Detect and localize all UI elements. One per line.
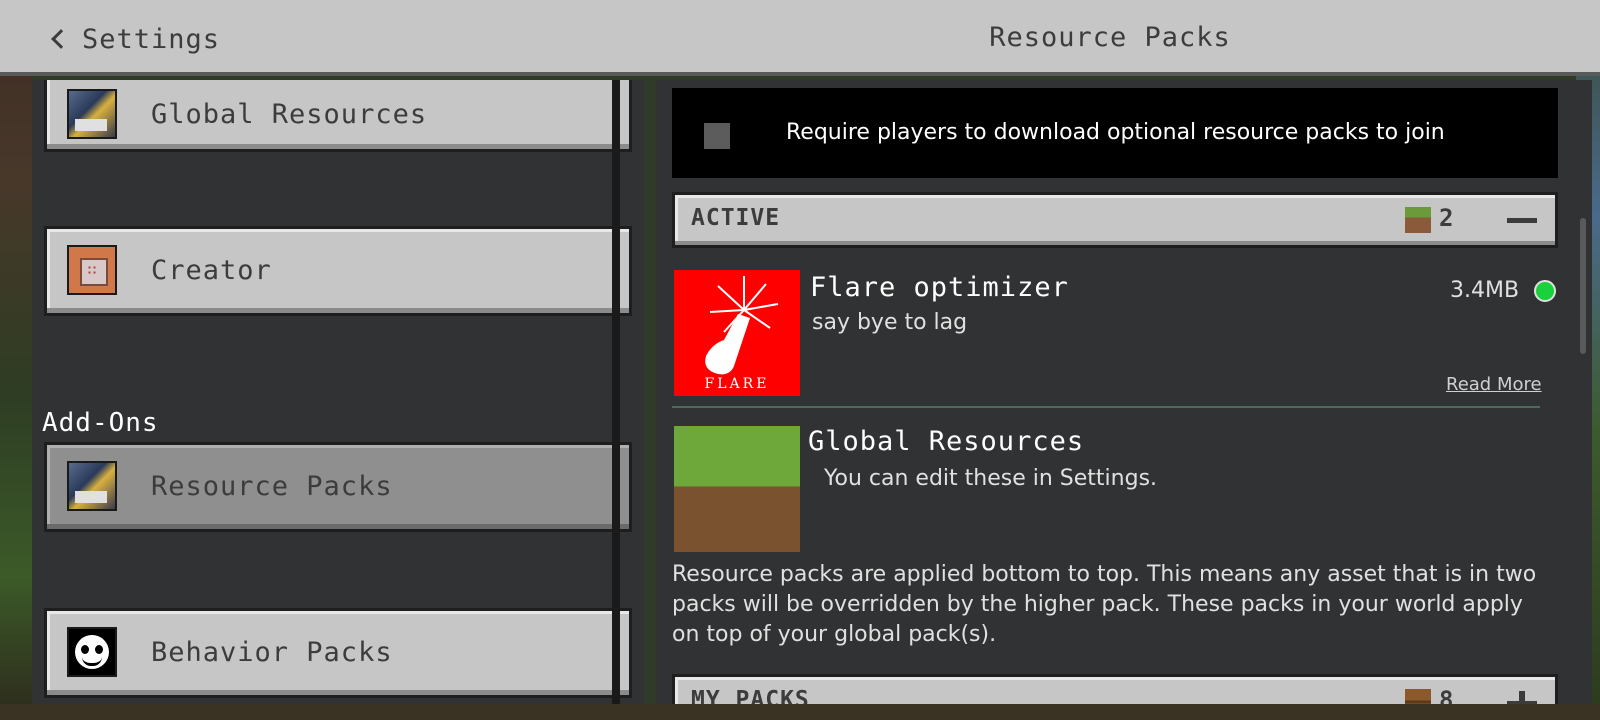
- sidebar-item-global-resources[interactable]: Global Resources: [44, 80, 632, 152]
- background-left: [0, 0, 32, 720]
- sidebar-item-label: Creator: [151, 255, 272, 286]
- command-block-icon: [67, 245, 117, 295]
- active-count: 2: [1439, 204, 1455, 232]
- resource-packs-panel: Require players to download optional res…: [656, 80, 1576, 704]
- minus-icon[interactable]: [1507, 218, 1537, 223]
- background-bottom: [0, 704, 1600, 720]
- bendy-icon: [67, 627, 117, 677]
- top-bar: Settings Resource Packs: [0, 0, 1600, 76]
- status-dot-icon: [1534, 280, 1556, 302]
- require-download-checkbox[interactable]: [704, 123, 730, 149]
- sidebar-divider: [612, 80, 620, 704]
- section-label-addons: Add-Ons: [42, 408, 159, 438]
- back-button[interactable]: Settings: [48, 22, 220, 56]
- flare-logo-icon: FLARE: [674, 270, 800, 396]
- my-packs-label: MY PACKS: [691, 687, 810, 704]
- chest-icon: [1405, 689, 1431, 704]
- my-packs-count: 8: [1439, 686, 1455, 704]
- my-packs-header[interactable]: MY PACKS 8: [672, 674, 1558, 704]
- read-more-link[interactable]: Read More: [1446, 374, 1542, 395]
- sidebar-item-creator[interactable]: Creator: [44, 226, 632, 316]
- pack-size: 3.4MB: [1450, 278, 1520, 303]
- sidebar-item-label: Resource Packs: [151, 471, 393, 502]
- pack-divider: [672, 406, 1540, 408]
- sidebar-item-resource-packs[interactable]: Resource Packs: [44, 442, 632, 532]
- back-label: Settings: [82, 23, 221, 55]
- pack-item-global-resources[interactable]: Global Resources You can edit these in S…: [672, 426, 1558, 556]
- flare-logo-text: FLARE: [705, 376, 770, 392]
- pack-icon: [67, 461, 117, 511]
- settings-sidebar: Global Resources Creator Add-Ons Resourc…: [32, 80, 644, 704]
- pack-item-flare-optimizer[interactable]: FLARE Flare optimizer say bye to lag 3.4…: [672, 270, 1558, 400]
- pack-description: say bye to lag: [812, 310, 968, 335]
- sidebar-item-label: Behavior Packs: [151, 637, 393, 668]
- require-download-option: Require players to download optional res…: [672, 88, 1558, 178]
- pack-name: Flare optimizer: [810, 272, 1069, 303]
- sidebar-item-label: Global Resources: [151, 99, 428, 130]
- info-text: Resource packs are applied bottom to top…: [672, 562, 1537, 647]
- active-label: ACTIVE: [691, 205, 781, 231]
- scrollbar-track[interactable]: [1576, 80, 1592, 704]
- require-download-label: Require players to download optional res…: [786, 120, 1445, 145]
- page-title: Resource Packs: [989, 22, 1231, 53]
- sidebar-item-behavior-packs[interactable]: Behavior Packs: [44, 608, 632, 698]
- pack-name: Global Resources: [808, 426, 1085, 457]
- pack-description: You can edit these in Settings.: [824, 466, 1158, 491]
- grass-block-icon: [674, 426, 800, 552]
- pack-icon: [67, 89, 117, 139]
- active-packs-header[interactable]: ACTIVE 2: [672, 192, 1558, 248]
- bendy-face-icon: [75, 635, 109, 669]
- grass-block-icon: [1405, 207, 1431, 233]
- plus-icon[interactable]: [1507, 691, 1537, 704]
- scrollbar-thumb[interactable]: [1580, 218, 1586, 354]
- chevron-left-icon: [51, 29, 71, 49]
